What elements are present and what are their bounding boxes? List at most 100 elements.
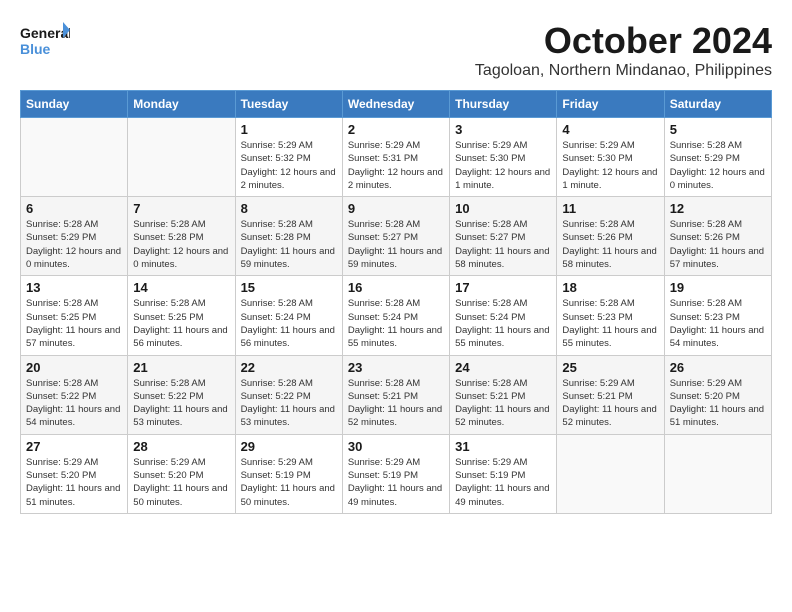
weekday-header: Tuesday [235,91,342,118]
day-info: Sunrise: 5:29 AM Sunset: 5:19 PM Dayligh… [455,456,551,509]
day-number: 29 [241,439,337,454]
calendar-cell: 22 Sunrise: 5:28 AM Sunset: 5:22 PM Dayli… [235,355,342,434]
calendar-cell: 6 Sunrise: 5:28 AM Sunset: 5:29 PM Daylig… [21,197,128,276]
day-number: 9 [348,201,444,216]
calendar-cell: 13 Sunrise: 5:28 AM Sunset: 5:25 PM Dayli… [21,276,128,355]
calendar-cell: 9 Sunrise: 5:28 AM Sunset: 5:27 PM Daylig… [342,197,449,276]
logo: General Blue [20,20,70,62]
day-number: 31 [455,439,551,454]
day-info: Sunrise: 5:29 AM Sunset: 5:30 PM Dayligh… [455,139,551,192]
day-info: Sunrise: 5:28 AM Sunset: 5:27 PM Dayligh… [348,218,444,271]
weekday-header-row: SundayMondayTuesdayWednesdayThursdayFrid… [21,91,772,118]
day-info: Sunrise: 5:29 AM Sunset: 5:31 PM Dayligh… [348,139,444,192]
calendar-cell: 2 Sunrise: 5:29 AM Sunset: 5:31 PM Daylig… [342,118,449,197]
day-number: 15 [241,280,337,295]
day-info: Sunrise: 5:29 AM Sunset: 5:21 PM Dayligh… [562,377,658,430]
svg-text:Blue: Blue [20,41,51,57]
day-info: Sunrise: 5:29 AM Sunset: 5:19 PM Dayligh… [348,456,444,509]
day-number: 28 [133,439,229,454]
calendar-cell: 30Sunrise: 5:29 AM Sunset: 5:19 PM Dayli… [342,434,449,513]
day-number: 6 [26,201,122,216]
day-number: 12 [670,201,766,216]
day-info: Sunrise: 5:28 AM Sunset: 5:25 PM Dayligh… [133,297,229,350]
day-number: 11 [562,201,658,216]
day-number: 2 [348,122,444,137]
weekday-header: Sunday [21,91,128,118]
calendar-cell: 16 Sunrise: 5:28 AM Sunset: 5:24 PM Dayli… [342,276,449,355]
calendar-cell: 27 Sunrise: 5:29 AM Sunset: 5:20 PM Dayli… [21,434,128,513]
day-number: 27 [26,439,122,454]
weekday-header: Wednesday [342,91,449,118]
day-info: Sunrise: 5:28 AM Sunset: 5:22 PM Dayligh… [241,377,337,430]
day-info: Sunrise: 5:28 AM Sunset: 5:23 PM Dayligh… [670,297,766,350]
day-number: 1 [241,122,337,137]
day-number: 7 [133,201,229,216]
calendar-cell: 21 Sunrise: 5:28 AM Sunset: 5:22 PM Dayli… [128,355,235,434]
day-info: Sunrise: 5:28 AM Sunset: 5:28 PM Dayligh… [241,218,337,271]
day-number: 26 [670,360,766,375]
calendar-cell: 24 Sunrise: 5:28 AM Sunset: 5:21 PM Dayli… [450,355,557,434]
day-number: 25 [562,360,658,375]
calendar-cell: 10Sunrise: 5:28 AM Sunset: 5:27 PM Dayli… [450,197,557,276]
calendar-cell: 28 Sunrise: 5:29 AM Sunset: 5:20 PM Dayli… [128,434,235,513]
calendar-cell: 29 Sunrise: 5:29 AM Sunset: 5:19 PM Dayli… [235,434,342,513]
header: General Blue October 2024 Tagoloan, Nort… [20,20,772,80]
location-subtitle: Tagoloan, Northern Mindanao, Philippines [475,62,772,80]
day-info: Sunrise: 5:28 AM Sunset: 5:22 PM Dayligh… [26,377,122,430]
day-info: Sunrise: 5:28 AM Sunset: 5:22 PM Dayligh… [133,377,229,430]
calendar-cell: 25 Sunrise: 5:29 AM Sunset: 5:21 PM Dayli… [557,355,664,434]
day-info: Sunrise: 5:28 AM Sunset: 5:23 PM Dayligh… [562,297,658,350]
day-info: Sunrise: 5:28 AM Sunset: 5:24 PM Dayligh… [348,297,444,350]
calendar-week-row: 20 Sunrise: 5:28 AM Sunset: 5:22 PM Dayli… [21,355,772,434]
day-info: Sunrise: 5:28 AM Sunset: 5:21 PM Dayligh… [348,377,444,430]
day-info: Sunrise: 5:29 AM Sunset: 5:20 PM Dayligh… [26,456,122,509]
day-number: 19 [670,280,766,295]
day-number: 20 [26,360,122,375]
calendar-week-row: 13 Sunrise: 5:28 AM Sunset: 5:25 PM Dayli… [21,276,772,355]
day-info: Sunrise: 5:28 AM Sunset: 5:27 PM Dayligh… [455,218,551,271]
day-info: Sunrise: 5:28 AM Sunset: 5:21 PM Dayligh… [455,377,551,430]
day-info: Sunrise: 5:28 AM Sunset: 5:26 PM Dayligh… [562,218,658,271]
calendar-cell: 23Sunrise: 5:28 AM Sunset: 5:21 PM Dayli… [342,355,449,434]
calendar-cell: 18 Sunrise: 5:28 AM Sunset: 5:23 PM Dayli… [557,276,664,355]
calendar-week-row: 27 Sunrise: 5:29 AM Sunset: 5:20 PM Dayli… [21,434,772,513]
day-number: 18 [562,280,658,295]
day-info: Sunrise: 5:29 AM Sunset: 5:32 PM Dayligh… [241,139,337,192]
day-info: Sunrise: 5:29 AM Sunset: 5:20 PM Dayligh… [133,456,229,509]
day-info: Sunrise: 5:28 AM Sunset: 5:25 PM Dayligh… [26,297,122,350]
calendar-cell: 26Sunrise: 5:29 AM Sunset: 5:20 PM Dayli… [664,355,771,434]
calendar-cell [21,118,128,197]
weekday-header: Monday [128,91,235,118]
svg-text:General: General [20,25,70,41]
calendar-table: SundayMondayTuesdayWednesdayThursdayFrid… [20,90,772,514]
month-title: October 2024 [475,20,772,62]
calendar-cell: 5 Sunrise: 5:28 AM Sunset: 5:29 PM Daylig… [664,118,771,197]
calendar-cell [664,434,771,513]
day-number: 21 [133,360,229,375]
calendar-cell: 3Sunrise: 5:29 AM Sunset: 5:30 PM Daylig… [450,118,557,197]
calendar-cell: 14Sunrise: 5:28 AM Sunset: 5:25 PM Dayli… [128,276,235,355]
day-number: 4 [562,122,658,137]
calendar-cell: 7Sunrise: 5:28 AM Sunset: 5:28 PM Daylig… [128,197,235,276]
calendar-cell: 15Sunrise: 5:28 AM Sunset: 5:24 PM Dayli… [235,276,342,355]
day-info: Sunrise: 5:28 AM Sunset: 5:24 PM Dayligh… [455,297,551,350]
day-number: 5 [670,122,766,137]
weekday-header: Saturday [664,91,771,118]
day-number: 22 [241,360,337,375]
day-number: 8 [241,201,337,216]
day-info: Sunrise: 5:28 AM Sunset: 5:29 PM Dayligh… [670,139,766,192]
calendar-cell: 11 Sunrise: 5:28 AM Sunset: 5:26 PM Dayli… [557,197,664,276]
weekday-header: Friday [557,91,664,118]
day-number: 16 [348,280,444,295]
calendar-cell [557,434,664,513]
day-info: Sunrise: 5:28 AM Sunset: 5:29 PM Dayligh… [26,218,122,271]
day-info: Sunrise: 5:29 AM Sunset: 5:19 PM Dayligh… [241,456,337,509]
calendar-week-row: 6 Sunrise: 5:28 AM Sunset: 5:29 PM Daylig… [21,197,772,276]
calendar-cell: 12Sunrise: 5:28 AM Sunset: 5:26 PM Dayli… [664,197,771,276]
calendar-cell: 1 Sunrise: 5:29 AM Sunset: 5:32 PM Daylig… [235,118,342,197]
title-area: October 2024 Tagoloan, Northern Mindanao… [475,20,772,80]
day-number: 13 [26,280,122,295]
calendar-cell: 31 Sunrise: 5:29 AM Sunset: 5:19 PM Dayli… [450,434,557,513]
day-number: 24 [455,360,551,375]
calendar-cell: 20 Sunrise: 5:28 AM Sunset: 5:22 PM Dayli… [21,355,128,434]
